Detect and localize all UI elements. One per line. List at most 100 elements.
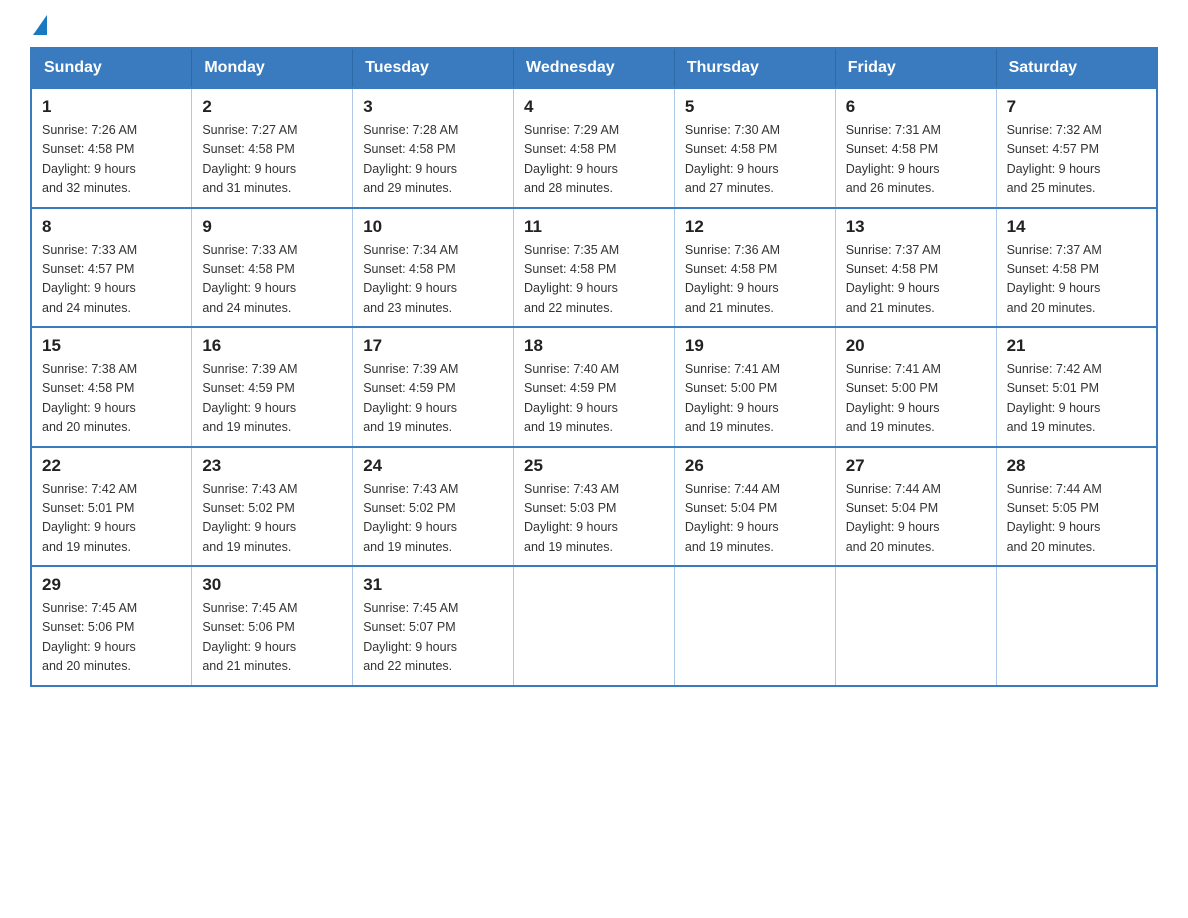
- calendar-day-header: Thursday: [674, 48, 835, 88]
- day-info: Sunrise: 7:38 AM Sunset: 4:58 PM Dayligh…: [42, 360, 181, 438]
- day-number: 14: [1007, 217, 1146, 237]
- calendar-cell: 17 Sunrise: 7:39 AM Sunset: 4:59 PM Dayl…: [353, 327, 514, 447]
- calendar-week-row: 8 Sunrise: 7:33 AM Sunset: 4:57 PM Dayli…: [31, 208, 1157, 328]
- day-number: 12: [685, 217, 825, 237]
- logo-text: [30, 20, 47, 35]
- day-info: Sunrise: 7:33 AM Sunset: 4:58 PM Dayligh…: [202, 241, 342, 319]
- calendar-cell: 28 Sunrise: 7:44 AM Sunset: 5:05 PM Dayl…: [996, 447, 1157, 567]
- day-number: 28: [1007, 456, 1146, 476]
- day-info: Sunrise: 7:37 AM Sunset: 4:58 PM Dayligh…: [1007, 241, 1146, 319]
- calendar-cell: 3 Sunrise: 7:28 AM Sunset: 4:58 PM Dayli…: [353, 88, 514, 208]
- day-info: Sunrise: 7:43 AM Sunset: 5:03 PM Dayligh…: [524, 480, 664, 558]
- calendar-week-row: 22 Sunrise: 7:42 AM Sunset: 5:01 PM Dayl…: [31, 447, 1157, 567]
- calendar-cell: 25 Sunrise: 7:43 AM Sunset: 5:03 PM Dayl…: [514, 447, 675, 567]
- day-info: Sunrise: 7:45 AM Sunset: 5:06 PM Dayligh…: [202, 599, 342, 677]
- calendar-cell: 23 Sunrise: 7:43 AM Sunset: 5:02 PM Dayl…: [192, 447, 353, 567]
- calendar-cell: 12 Sunrise: 7:36 AM Sunset: 4:58 PM Dayl…: [674, 208, 835, 328]
- day-info: Sunrise: 7:31 AM Sunset: 4:58 PM Dayligh…: [846, 121, 986, 199]
- calendar-cell: 29 Sunrise: 7:45 AM Sunset: 5:06 PM Dayl…: [31, 566, 192, 686]
- day-number: 29: [42, 575, 181, 595]
- day-number: 16: [202, 336, 342, 356]
- day-info: Sunrise: 7:26 AM Sunset: 4:58 PM Dayligh…: [42, 121, 181, 199]
- day-info: Sunrise: 7:41 AM Sunset: 5:00 PM Dayligh…: [685, 360, 825, 438]
- day-number: 22: [42, 456, 181, 476]
- calendar-day-header: Monday: [192, 48, 353, 88]
- calendar-week-row: 29 Sunrise: 7:45 AM Sunset: 5:06 PM Dayl…: [31, 566, 1157, 686]
- calendar-day-header: Friday: [835, 48, 996, 88]
- day-number: 2: [202, 97, 342, 117]
- calendar-cell: 31 Sunrise: 7:45 AM Sunset: 5:07 PM Dayl…: [353, 566, 514, 686]
- calendar-cell: 14 Sunrise: 7:37 AM Sunset: 4:58 PM Dayl…: [996, 208, 1157, 328]
- day-number: 6: [846, 97, 986, 117]
- calendar-day-header: Sunday: [31, 48, 192, 88]
- calendar-cell: 19 Sunrise: 7:41 AM Sunset: 5:00 PM Dayl…: [674, 327, 835, 447]
- day-number: 21: [1007, 336, 1146, 356]
- day-number: 15: [42, 336, 181, 356]
- calendar-cell: 24 Sunrise: 7:43 AM Sunset: 5:02 PM Dayl…: [353, 447, 514, 567]
- day-info: Sunrise: 7:44 AM Sunset: 5:04 PM Dayligh…: [685, 480, 825, 558]
- calendar-cell: 18 Sunrise: 7:40 AM Sunset: 4:59 PM Dayl…: [514, 327, 675, 447]
- calendar-header-row: SundayMondayTuesdayWednesdayThursdayFrid…: [31, 48, 1157, 88]
- day-info: Sunrise: 7:33 AM Sunset: 4:57 PM Dayligh…: [42, 241, 181, 319]
- calendar-week-row: 15 Sunrise: 7:38 AM Sunset: 4:58 PM Dayl…: [31, 327, 1157, 447]
- calendar-week-row: 1 Sunrise: 7:26 AM Sunset: 4:58 PM Dayli…: [31, 88, 1157, 208]
- day-info: Sunrise: 7:34 AM Sunset: 4:58 PM Dayligh…: [363, 241, 503, 319]
- day-info: Sunrise: 7:44 AM Sunset: 5:04 PM Dayligh…: [846, 480, 986, 558]
- day-info: Sunrise: 7:39 AM Sunset: 4:59 PM Dayligh…: [202, 360, 342, 438]
- day-number: 20: [846, 336, 986, 356]
- logo-triangle-icon: [33, 15, 47, 35]
- day-number: 7: [1007, 97, 1146, 117]
- calendar-cell: 26 Sunrise: 7:44 AM Sunset: 5:04 PM Dayl…: [674, 447, 835, 567]
- day-number: 26: [685, 456, 825, 476]
- calendar-cell: [514, 566, 675, 686]
- day-number: 18: [524, 336, 664, 356]
- calendar-cell: 15 Sunrise: 7:38 AM Sunset: 4:58 PM Dayl…: [31, 327, 192, 447]
- day-info: Sunrise: 7:29 AM Sunset: 4:58 PM Dayligh…: [524, 121, 664, 199]
- calendar-cell: [996, 566, 1157, 686]
- day-info: Sunrise: 7:43 AM Sunset: 5:02 PM Dayligh…: [202, 480, 342, 558]
- day-number: 3: [363, 97, 503, 117]
- day-info: Sunrise: 7:39 AM Sunset: 4:59 PM Dayligh…: [363, 360, 503, 438]
- calendar-day-header: Saturday: [996, 48, 1157, 88]
- day-number: 25: [524, 456, 664, 476]
- calendar-cell: 30 Sunrise: 7:45 AM Sunset: 5:06 PM Dayl…: [192, 566, 353, 686]
- calendar-cell: 11 Sunrise: 7:35 AM Sunset: 4:58 PM Dayl…: [514, 208, 675, 328]
- day-info: Sunrise: 7:32 AM Sunset: 4:57 PM Dayligh…: [1007, 121, 1146, 199]
- day-number: 8: [42, 217, 181, 237]
- day-number: 10: [363, 217, 503, 237]
- day-info: Sunrise: 7:37 AM Sunset: 4:58 PM Dayligh…: [846, 241, 986, 319]
- calendar-cell: 6 Sunrise: 7:31 AM Sunset: 4:58 PM Dayli…: [835, 88, 996, 208]
- day-number: 31: [363, 575, 503, 595]
- calendar-day-header: Wednesday: [514, 48, 675, 88]
- calendar-cell: 21 Sunrise: 7:42 AM Sunset: 5:01 PM Dayl…: [996, 327, 1157, 447]
- calendar-cell: 8 Sunrise: 7:33 AM Sunset: 4:57 PM Dayli…: [31, 208, 192, 328]
- calendar-cell: 2 Sunrise: 7:27 AM Sunset: 4:58 PM Dayli…: [192, 88, 353, 208]
- day-number: 27: [846, 456, 986, 476]
- day-info: Sunrise: 7:40 AM Sunset: 4:59 PM Dayligh…: [524, 360, 664, 438]
- calendar-cell: 13 Sunrise: 7:37 AM Sunset: 4:58 PM Dayl…: [835, 208, 996, 328]
- day-info: Sunrise: 7:42 AM Sunset: 5:01 PM Dayligh…: [42, 480, 181, 558]
- day-info: Sunrise: 7:42 AM Sunset: 5:01 PM Dayligh…: [1007, 360, 1146, 438]
- calendar-cell: [674, 566, 835, 686]
- day-info: Sunrise: 7:35 AM Sunset: 4:58 PM Dayligh…: [524, 241, 664, 319]
- calendar-cell: 10 Sunrise: 7:34 AM Sunset: 4:58 PM Dayl…: [353, 208, 514, 328]
- day-info: Sunrise: 7:45 AM Sunset: 5:07 PM Dayligh…: [363, 599, 503, 677]
- day-info: Sunrise: 7:43 AM Sunset: 5:02 PM Dayligh…: [363, 480, 503, 558]
- calendar-cell: [835, 566, 996, 686]
- day-number: 11: [524, 217, 664, 237]
- day-number: 5: [685, 97, 825, 117]
- day-info: Sunrise: 7:44 AM Sunset: 5:05 PM Dayligh…: [1007, 480, 1146, 558]
- calendar-table: SundayMondayTuesdayWednesdayThursdayFrid…: [30, 47, 1158, 687]
- day-number: 17: [363, 336, 503, 356]
- day-info: Sunrise: 7:36 AM Sunset: 4:58 PM Dayligh…: [685, 241, 825, 319]
- day-number: 4: [524, 97, 664, 117]
- day-number: 1: [42, 97, 181, 117]
- day-info: Sunrise: 7:45 AM Sunset: 5:06 PM Dayligh…: [42, 599, 181, 677]
- day-number: 30: [202, 575, 342, 595]
- calendar-cell: 22 Sunrise: 7:42 AM Sunset: 5:01 PM Dayl…: [31, 447, 192, 567]
- day-info: Sunrise: 7:27 AM Sunset: 4:58 PM Dayligh…: [202, 121, 342, 199]
- calendar-cell: 27 Sunrise: 7:44 AM Sunset: 5:04 PM Dayl…: [835, 447, 996, 567]
- calendar-cell: 9 Sunrise: 7:33 AM Sunset: 4:58 PM Dayli…: [192, 208, 353, 328]
- day-info: Sunrise: 7:28 AM Sunset: 4:58 PM Dayligh…: [363, 121, 503, 199]
- day-info: Sunrise: 7:41 AM Sunset: 5:00 PM Dayligh…: [846, 360, 986, 438]
